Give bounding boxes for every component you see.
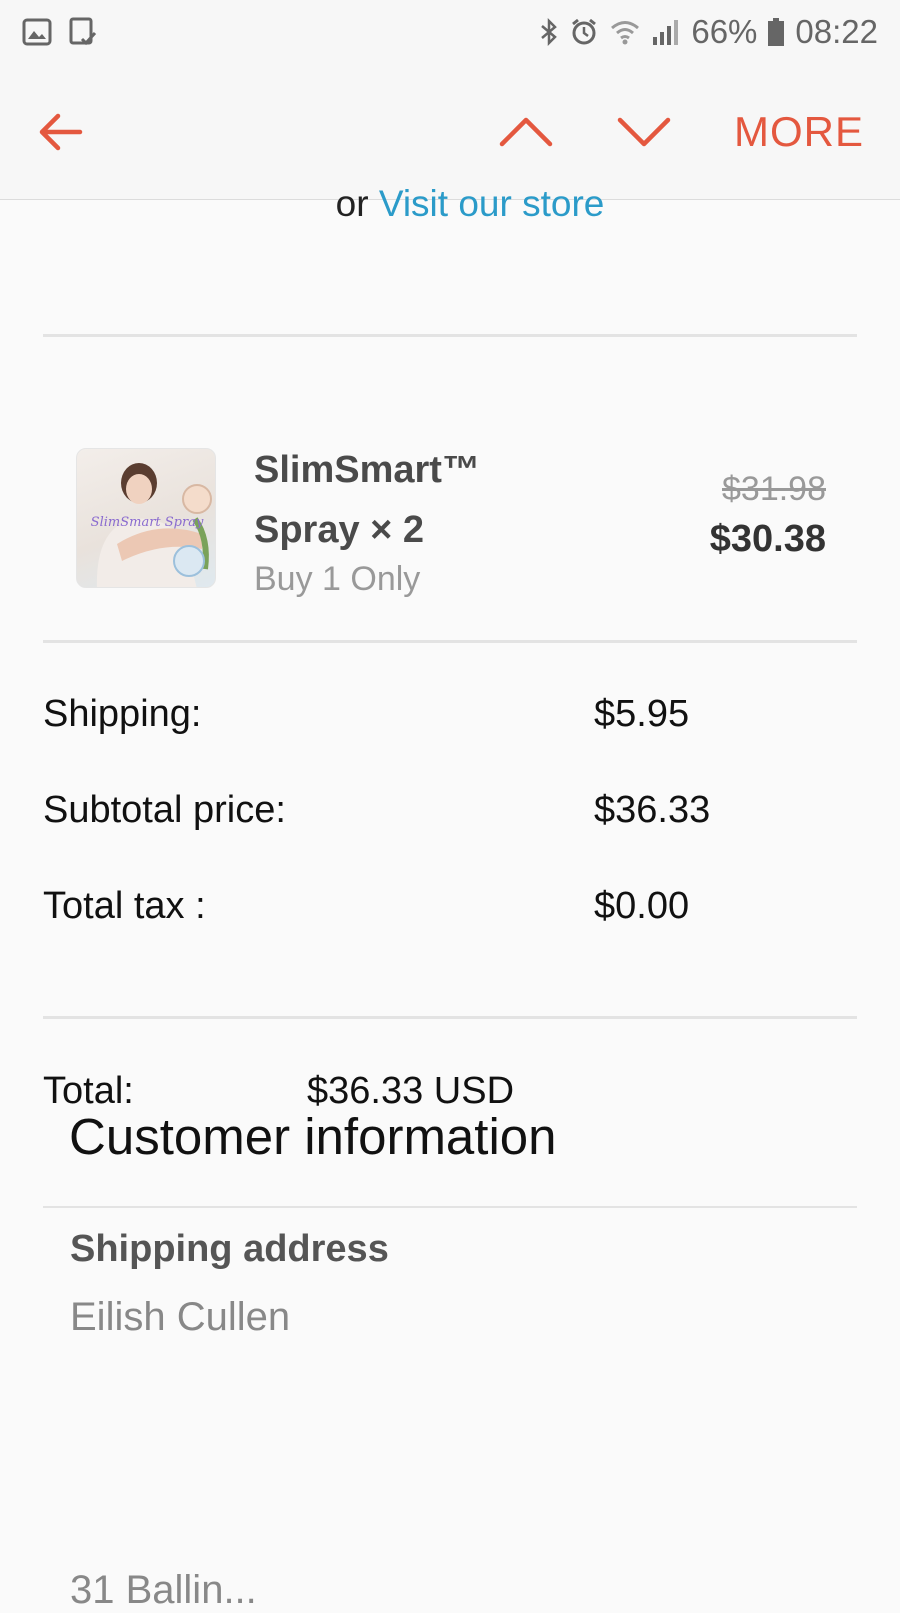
product-line-item: SlimSmart Spray SlimSmart™ Spray × 2 Buy… bbox=[76, 448, 826, 598]
product-variant: Buy 1 Only bbox=[254, 560, 421, 598]
shipping-address-label: Shipping address bbox=[70, 1228, 389, 1270]
chevron-up-icon[interactable] bbox=[496, 102, 556, 162]
divider bbox=[43, 1206, 857, 1208]
visit-store-link[interactable]: Visit our store bbox=[379, 183, 605, 224]
shipping-value: $5.95 bbox=[594, 693, 690, 735]
subtotal-label: Subtotal price: bbox=[43, 789, 286, 831]
visit-store-row: or Visit our store bbox=[0, 185, 900, 222]
product-name: SlimSmart™ Spray × 2 bbox=[254, 449, 480, 551]
divider bbox=[43, 640, 857, 643]
clock: 08:22 bbox=[795, 13, 878, 50]
product-original-price: $31.98 bbox=[722, 470, 826, 508]
alarm-icon bbox=[569, 17, 599, 47]
bluetooth-icon bbox=[539, 17, 559, 47]
gallery-icon bbox=[22, 17, 52, 47]
chevron-down-icon[interactable] bbox=[614, 102, 674, 162]
product-price: $30.38 bbox=[709, 518, 826, 560]
divider bbox=[43, 1016, 857, 1019]
customer-name: Eilish Cullen bbox=[70, 1295, 291, 1339]
tax-label: Total tax : bbox=[43, 885, 206, 927]
back-arrow-icon[interactable] bbox=[36, 107, 86, 157]
status-bar: 66% 08:22 bbox=[0, 0, 900, 64]
customer-address: 31 Ballin... bbox=[70, 1568, 257, 1612]
more-button[interactable]: MORE bbox=[734, 108, 864, 156]
subtotal-value: $36.33 bbox=[594, 789, 711, 831]
customer-info-heading: Customer information bbox=[69, 1108, 557, 1165]
visit-prefix: or bbox=[335, 183, 369, 224]
product-thumbnail: SlimSmart Spray bbox=[76, 448, 216, 588]
order-summary: or Visit our store SlimSmart Spray SlimS… bbox=[0, 185, 900, 1208]
signal-icon bbox=[651, 17, 681, 47]
app-bar: MORE bbox=[0, 64, 900, 200]
divider bbox=[43, 334, 857, 337]
tax-value: $0.00 bbox=[594, 885, 690, 927]
battery-icon bbox=[767, 17, 785, 47]
wifi-icon bbox=[609, 17, 641, 47]
task-check-icon bbox=[68, 17, 98, 47]
thumbnail-text: SlimSmart Spray bbox=[91, 515, 204, 530]
battery-percent: 66% bbox=[691, 13, 758, 50]
shipping-label: Shipping: bbox=[43, 693, 202, 735]
